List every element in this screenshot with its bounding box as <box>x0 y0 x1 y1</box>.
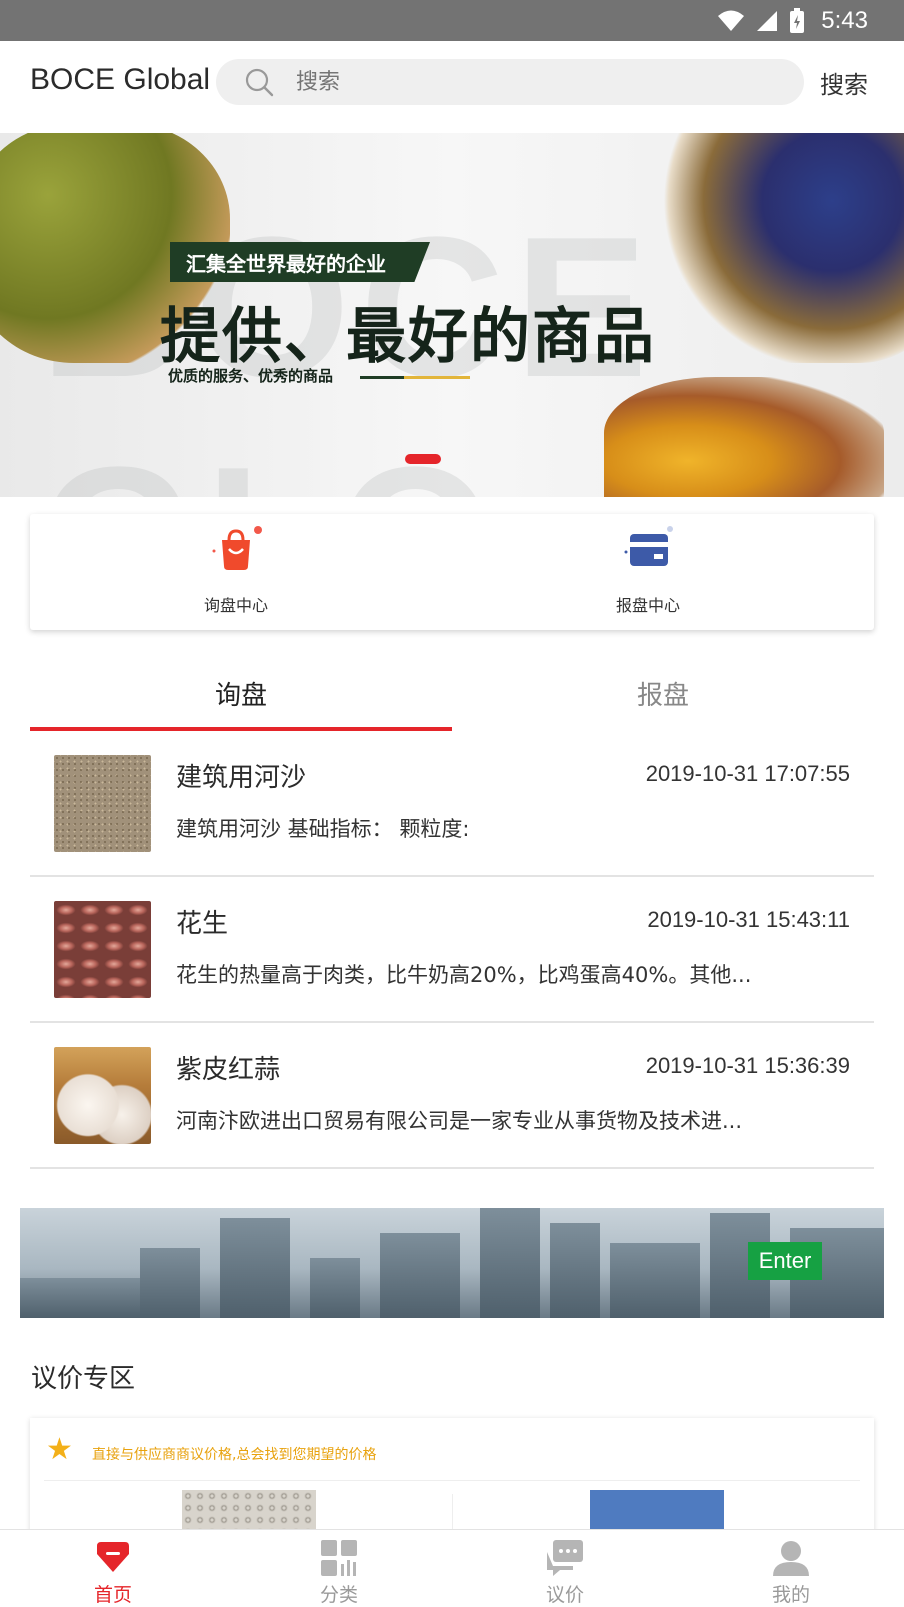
item-time: 2019-10-31 15:36:39 <box>645 1053 850 1078</box>
item-time: 2019-10-31 15:43:11 <box>647 907 850 932</box>
search-input[interactable] <box>296 65 776 99</box>
star-icon: ★ <box>46 1432 73 1467</box>
enter-button[interactable]: Enter <box>748 1242 822 1280</box>
bargain-tip: 直接与供应商商议价格,总会找到您期望的价格 <box>92 1447 377 1463</box>
search-icon <box>245 68 274 97</box>
nav-home[interactable]: 首页 <box>0 1538 226 1607</box>
item-title: 花生 <box>176 909 229 939</box>
battery-icon <box>790 8 805 33</box>
tab-bar: 询盘 报盘 <box>30 645 874 731</box>
list-item[interactable]: 建筑用河沙 2019-10-31 17:07:55 建筑用河沙 基础指标： 颗粒… <box>30 731 874 877</box>
user-icon <box>771 1538 811 1578</box>
inquiry-list: 建筑用河沙 2019-10-31 17:07:55 建筑用河沙 基础指标： 颗粒… <box>30 731 874 1169</box>
nav-category[interactable]: 分类 <box>226 1538 452 1607</box>
bottom-nav: 首页 分类 议价 我的 <box>0 1529 904 1607</box>
quick-entry-card: 询盘中心 报盘中心 <box>30 514 874 630</box>
hero-banner[interactable]: BOCE GLO 汇集全世界最好的企业 提供、最好的商品 优质的服务、优秀的商品 <box>0 133 904 497</box>
inquiry-center-button[interactable]: 询盘中心 <box>136 526 336 616</box>
garlic-thumbnail <box>54 1047 151 1144</box>
tab-inquiry[interactable]: 询盘 <box>30 645 452 731</box>
carousel-indicator[interactable] <box>405 454 441 464</box>
quote-center-button[interactable]: 报盘中心 <box>548 526 748 616</box>
card-icon <box>624 526 673 572</box>
home-icon <box>93 1538 133 1578</box>
item-desc: 花生的热量高于肉类，比牛奶高20%，比鸡蛋高40%。其他... <box>176 963 752 987</box>
city-banner[interactable]: Enter <box>20 1208 884 1318</box>
signal-icon <box>757 11 778 31</box>
clock: 5:43 <box>821 7 868 34</box>
banner-divider <box>360 376 470 379</box>
item-title: 建筑用河沙 <box>176 763 307 793</box>
tab-quote[interactable]: 报盘 <box>452 645 874 731</box>
brand-title: BOCE Global <box>30 63 211 96</box>
shopping-bag-icon <box>212 526 262 572</box>
building <box>610 1243 700 1318</box>
top-bar: BOCE Global 搜索 <box>0 41 904 133</box>
building <box>480 1208 540 1318</box>
banner-headline: 提供、最好的商品 <box>160 302 656 372</box>
banner-tag: 汇集全世界最好的企业 <box>170 242 430 282</box>
nav-mine[interactable]: 我的 <box>678 1538 904 1607</box>
building <box>380 1233 460 1318</box>
category-icon <box>319 1538 359 1578</box>
building <box>310 1258 360 1318</box>
building <box>220 1218 290 1318</box>
nav-bargain-label: 议价 <box>545 1584 584 1606</box>
building <box>140 1248 200 1318</box>
chat-icon <box>545 1538 585 1578</box>
list-item[interactable]: 紫皮红蒜 2019-10-31 15:36:39 河南汴欧进出口贸易有限公司是一… <box>30 1023 874 1169</box>
divider <box>44 1480 860 1481</box>
nav-bargain[interactable]: 议价 <box>452 1538 678 1607</box>
search-box[interactable] <box>216 59 804 105</box>
item-desc: 建筑用河沙 基础指标： 颗粒度: <box>176 817 470 841</box>
section-title: 议价专区 <box>31 1364 136 1394</box>
item-title: 紫皮红蒜 <box>176 1055 281 1085</box>
inquiry-center-label: 询盘中心 <box>203 596 268 615</box>
banner-carpet-image <box>664 133 904 363</box>
building <box>20 1278 140 1318</box>
item-time: 2019-10-31 17:07:55 <box>645 761 850 786</box>
nav-home-label: 首页 <box>93 1584 132 1606</box>
nav-category-label: 分类 <box>319 1584 358 1606</box>
building <box>550 1223 600 1318</box>
sand-thumbnail <box>54 755 151 852</box>
banner-subline: 优质的服务、优秀的商品 <box>168 367 334 385</box>
quote-center-label: 报盘中心 <box>615 596 680 615</box>
status-bar: 5:43 <box>0 0 904 41</box>
nav-mine-label: 我的 <box>771 1584 810 1606</box>
item-desc: 河南汴欧进出口贸易有限公司是一家专业从事货物及技术进... <box>176 1109 743 1133</box>
banner-nuts-image <box>604 377 884 497</box>
wifi-icon <box>718 10 745 31</box>
status-icons: 5:43 <box>717 7 868 35</box>
search-button[interactable]: 搜索 <box>820 65 868 100</box>
list-item[interactable]: 花生 2019-10-31 15:43:11 花生的热量高于肉类，比牛奶高20%… <box>30 877 874 1023</box>
peanut-thumbnail <box>54 901 151 998</box>
